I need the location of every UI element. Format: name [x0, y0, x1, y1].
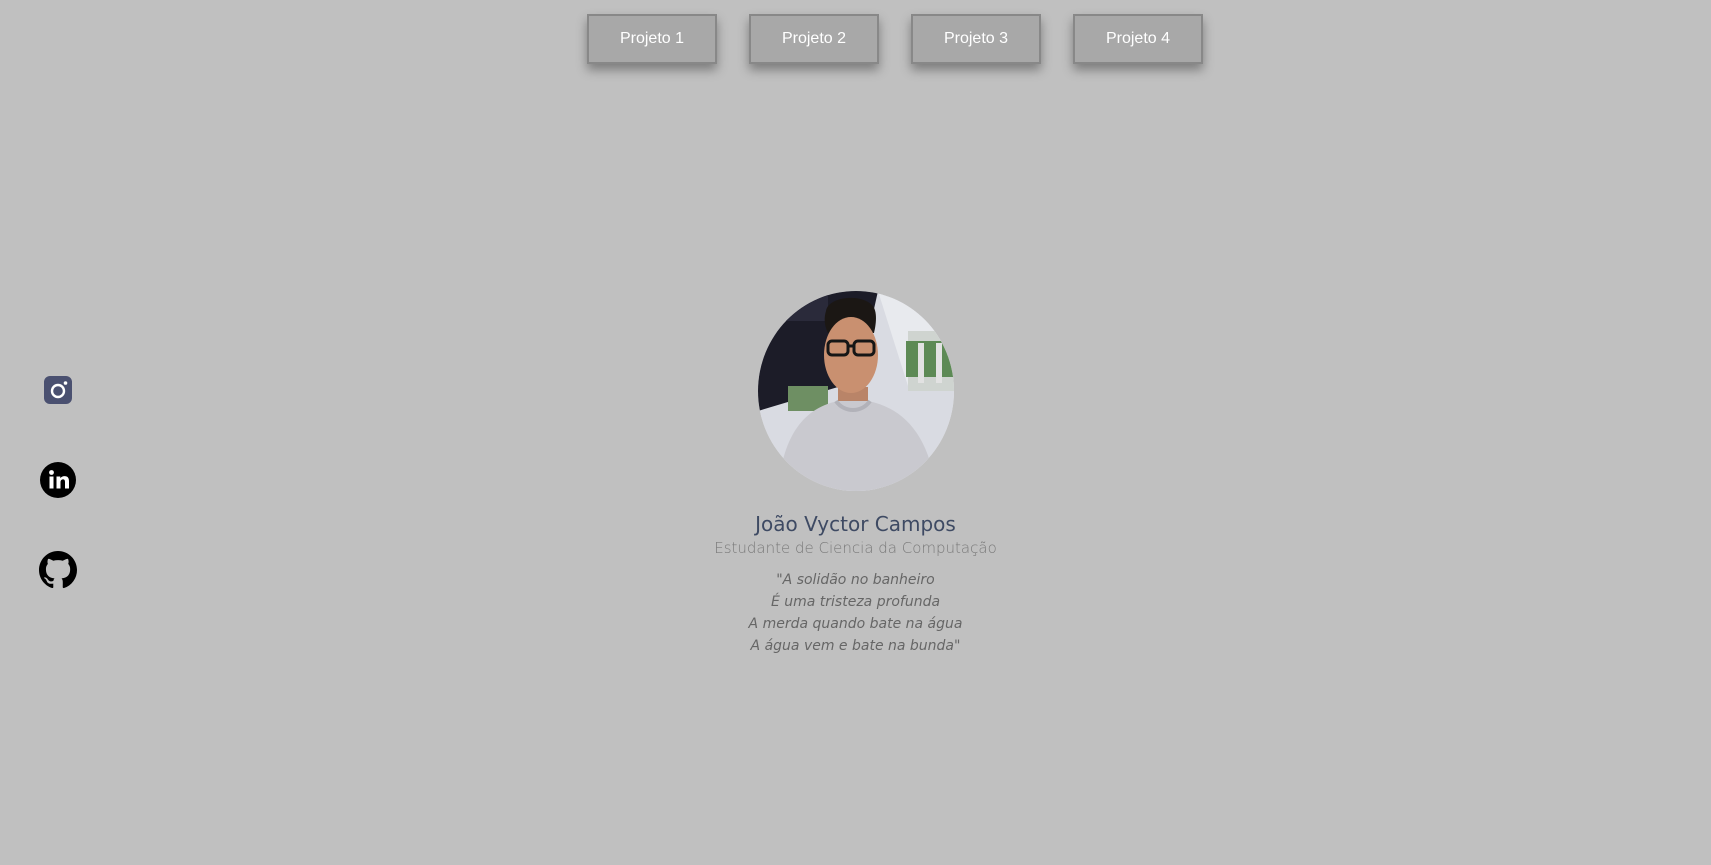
profile-section: João Vyctor Campos Estudante de Ciencia …	[0, 291, 1711, 657]
projeto-3-button[interactable]: Projeto 3	[911, 14, 1041, 64]
quote-line: É uma tristeza profunda	[770, 594, 941, 610]
avatar	[757, 291, 954, 491]
quote-line: A água vem e bate na bunda"	[750, 638, 961, 654]
projeto-4-button[interactable]: Projeto 4	[1073, 14, 1203, 64]
profile-role: Estudante de Ciencia da Computação	[714, 539, 997, 557]
profile-quote: "A solidão no banheiro É uma tristeza pr…	[0, 569, 1711, 657]
project-nav: Projeto 1 Projeto 2 Projeto 3 Projeto 4	[587, 14, 1203, 64]
quote-line: "A solidão no banheiro	[776, 572, 935, 588]
quote-line: A merda quando bate na água	[748, 616, 963, 632]
projeto-2-button[interactable]: Projeto 2	[749, 14, 879, 64]
profile-name: João Vyctor Campos	[755, 512, 956, 536]
profile-photo	[757, 291, 954, 491]
projeto-1-button[interactable]: Projeto 1	[587, 14, 717, 64]
